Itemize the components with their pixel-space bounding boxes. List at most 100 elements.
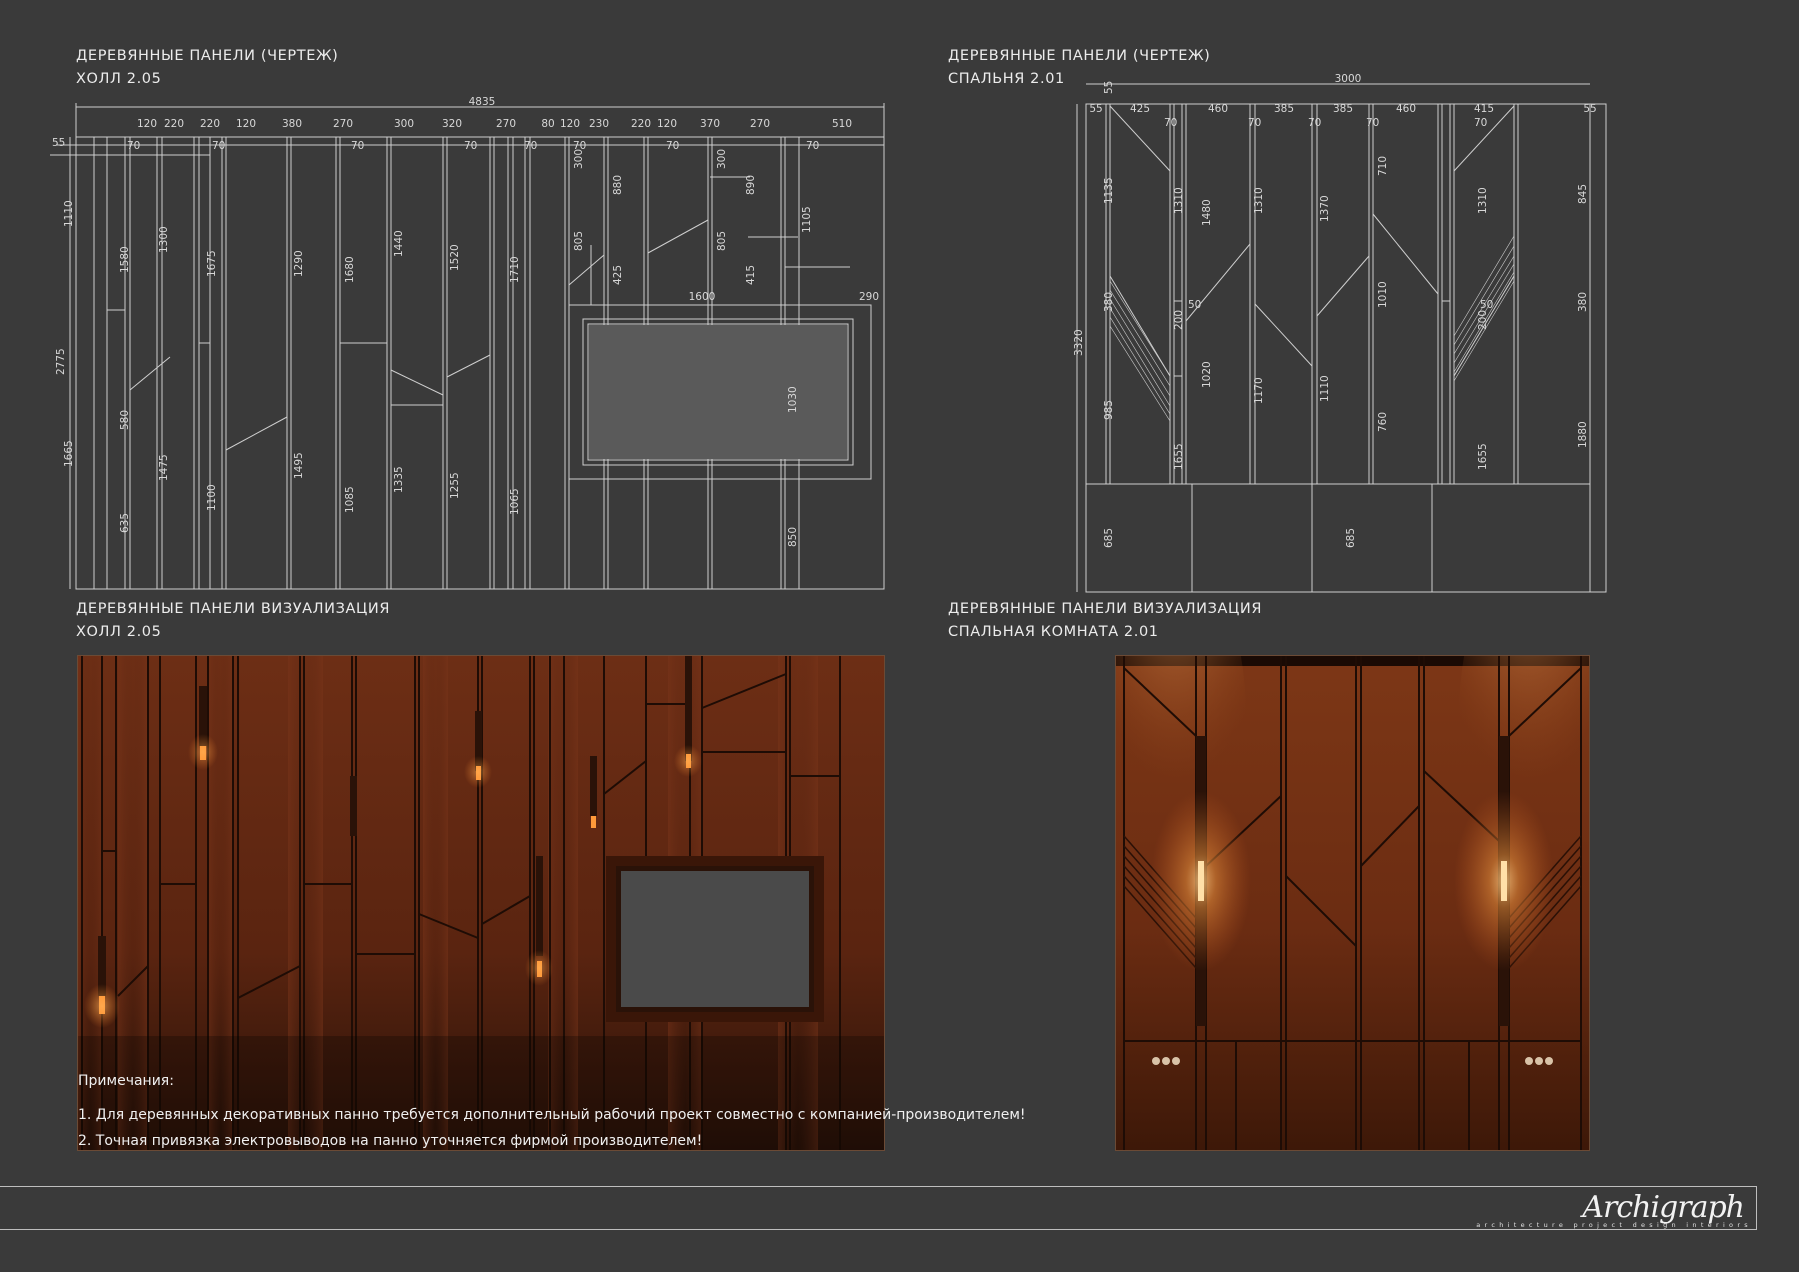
dimension-label: 1520 [449, 244, 461, 271]
dimension-label: 1085 [344, 486, 356, 513]
dimension-label: 70 [351, 140, 364, 152]
dimension-label: 370 [700, 118, 720, 130]
dimension-label: 1290 [293, 250, 305, 277]
dimension-label: 460 [1396, 103, 1416, 115]
dimension-label: 120 [560, 118, 580, 130]
dimension-label: 1495 [293, 452, 305, 479]
dimension-label: 1710 [509, 256, 521, 283]
bedroom-visual-title-line1: ДЕРЕВЯННЫЕ ПАНЕЛИ ВИЗУАЛИЗАЦИЯ [948, 601, 1263, 617]
bedroom-panel-drawing: 3000 55 425 460 385 385 460 415 55 70 70… [1073, 73, 1607, 593]
dimension-label: 580 [119, 410, 131, 430]
dimension-label: 1475 [158, 454, 170, 481]
dimension-label: 415 [1474, 103, 1494, 115]
dimension-label: 55 [52, 137, 65, 149]
dimension-label: 230 [589, 118, 609, 130]
dimension-label: 380 [1103, 292, 1115, 312]
dimension-label: 270 [750, 118, 770, 130]
note-item: 1. Для деревянных декоративных панно тре… [78, 1107, 1026, 1123]
dimension-label: 55 [1089, 103, 1102, 115]
hall-drawing-title: ДЕРЕВЯННЫЕ ПАНЕЛИ (ЧЕРТЕЖ) ХОЛЛ 2.05 [76, 45, 338, 91]
notes-heading: Примечания: [78, 1073, 174, 1089]
dimension-label: 1655 [1477, 443, 1489, 470]
bedroom-hatch-left [1109, 280, 1171, 422]
hall-tv [606, 856, 824, 1022]
dimension-label: 1020 [1201, 361, 1213, 388]
dimension-label: 685 [1345, 528, 1357, 548]
dimension-label: 70 [1474, 117, 1487, 129]
dimension-label: 1255 [449, 472, 461, 499]
dimension-label: 50 [1480, 299, 1493, 311]
hall-visual-title-line1: ДЕРЕВЯННЫЕ ПАНЕЛИ ВИЗУАЛИЗАЦИЯ [76, 601, 391, 617]
dimension-label: 385 [1274, 103, 1294, 115]
hall-drawing-title-line2: ХОЛЛ 2.05 [76, 71, 162, 87]
dimension-label: 1300 [158, 226, 170, 253]
dimension-label: 880 [612, 175, 624, 195]
hall-overall-width-label: 4835 [469, 96, 496, 108]
dimension-label: 845 [1577, 184, 1589, 204]
dimension-label: 70 [806, 140, 819, 152]
dimension-label: 300 [394, 118, 414, 130]
dimension-label: 805 [716, 231, 728, 251]
hall-drawing-title-line1: ДЕРЕВЯННЫЕ ПАНЕЛИ (ЧЕРТЕЖ) [76, 48, 339, 64]
notes: Примечания: 1. Для деревянных декоративн… [78, 1068, 1026, 1154]
dimension-label: 985 [1103, 400, 1115, 420]
dimension-label: 635 [119, 513, 131, 533]
dimension-label: 1100 [206, 484, 218, 511]
dimension-label: 80 [541, 118, 554, 130]
dimension-label: 2775 [55, 348, 67, 375]
dimension-label: 1680 [344, 256, 356, 283]
hall-visual-title: ДЕРЕВЯННЫЕ ПАНЕЛИ ВИЗУАЛИЗАЦИЯ ХОЛЛ 2.05 [76, 598, 390, 644]
bedroom-overall-width-label: 3000 [1335, 73, 1362, 85]
dimension-label: 685 [1103, 528, 1115, 548]
dimension-label: 1135 [1103, 177, 1115, 204]
dimension-label: 710 [1377, 156, 1389, 176]
dimension-label: 220 [164, 118, 184, 130]
dimension-label: 120 [137, 118, 157, 130]
dimension-label: 70 [127, 140, 140, 152]
dimension-label: 200 [1477, 310, 1489, 330]
dimension-label: 55 [1103, 81, 1115, 94]
dimension-label: 1110 [63, 200, 75, 227]
dimension-label: 55 [1583, 103, 1596, 115]
dimension-label: 70 [212, 140, 225, 152]
dimension-label: 850 [787, 527, 799, 547]
dimension-label: 425 [1130, 103, 1150, 115]
hall-tv-width-label: 1600 [689, 291, 716, 303]
dimension-label: 220 [631, 118, 651, 130]
note-item: 2. Точная привязка электровыводов на пан… [78, 1133, 703, 1149]
dimension-label: 320 [442, 118, 462, 130]
dimension-label: 70 [1308, 117, 1321, 129]
dimension-label: 70 [1366, 117, 1379, 129]
dimension-label: 300 [716, 149, 728, 169]
dimension-label: 50 [1188, 299, 1201, 311]
dimension-label: 70 [1164, 117, 1177, 129]
dimension-label: 70 [1248, 117, 1261, 129]
hall-panel-drawing: 4835 120 220 220 120 380 270 300 320 270… [50, 96, 885, 590]
bedroom-visual-title: ДЕРЕВЯННЫЕ ПАНЕЛИ ВИЗУАЛИЗАЦИЯ СПАЛЬНАЯ … [948, 598, 1262, 644]
dimension-label: 510 [832, 118, 852, 130]
bedroom-visual-title-line2: СПАЛЬНАЯ КОМНАТА 2.01 [948, 624, 1159, 640]
dimension-label: 1310 [1477, 187, 1489, 214]
brand-tagline: architecture project design interiors [1476, 1221, 1752, 1229]
dimension-label: 300 [573, 149, 585, 169]
dimension-label: 70 [666, 140, 679, 152]
dimension-label: 1580 [119, 246, 131, 273]
dimension-label: 1335 [393, 466, 405, 493]
brand-logo: Archigraph [1582, 1190, 1745, 1225]
dimension-label: 1110 [1319, 375, 1331, 402]
dimension-label: 425 [612, 265, 624, 285]
dimension-label: 1675 [206, 250, 218, 277]
dimension-label: 1310 [1173, 187, 1185, 214]
dimension-label: 120 [657, 118, 677, 130]
dimension-label: 120 [236, 118, 256, 130]
dimension-label: 270 [333, 118, 353, 130]
dimension-label: 1370 [1319, 195, 1331, 222]
dimension-label: 1105 [801, 206, 813, 233]
dimension-label: 70 [464, 140, 477, 152]
dimension-label: 1440 [393, 230, 405, 257]
dimension-label: 3320 [1073, 329, 1085, 356]
dimension-label: 1030 [787, 386, 799, 413]
dimension-label: 270 [496, 118, 516, 130]
dimension-label: 1655 [1173, 443, 1185, 470]
dimension-label: 220 [200, 118, 220, 130]
